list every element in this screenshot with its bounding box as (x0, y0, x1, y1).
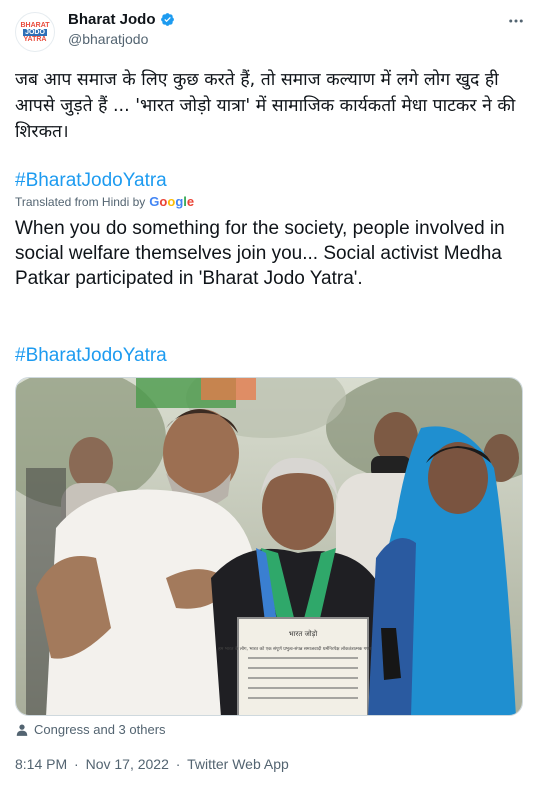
google-letter: e (186, 194, 195, 209)
photo-sign-text: हम भारत के लोग, भारत को एक संपूर्ण प्रभु… (218, 645, 388, 652)
tagged-label: Congress and 3 others (34, 722, 166, 737)
google-letter: G (149, 194, 160, 209)
hashtag-link-2[interactable]: #BharatJodoYatra (15, 345, 167, 367)
person-icon (16, 723, 28, 736)
tweet-time[interactable]: 8:14 PM (15, 756, 67, 772)
tweet-text-hindi: जब आप समाज के लिए कुछ करते हैं, तो समाज … (15, 70, 516, 142)
separator-dot: · (175, 756, 181, 772)
avatar-text-yatra: YATRA (23, 35, 47, 43)
photo-illustration: भारत जोड़ो हम भारत के लोग, भारत को एक सं… (16, 378, 522, 715)
hashtag-link[interactable]: #BharatJodoYatra (15, 170, 167, 192)
account-name[interactable]: Bharat Jodo (68, 11, 156, 28)
tweet-photo[interactable]: भारत जोड़ो हम भारत के लोग, भारत को एक सं… (15, 377, 523, 716)
account-name-row[interactable]: Bharat Jodo (68, 11, 175, 28)
avatar-text-jodo: JODO (23, 28, 47, 36)
tagged-users[interactable]: Congress and 3 others (15, 722, 166, 737)
translated-note: Translated from Hindi by Google (15, 194, 194, 209)
more-horizontal-icon (509, 19, 523, 23)
verified-badge-icon (160, 13, 174, 26)
account-handle[interactable]: @bharatjodo (68, 31, 148, 47)
photo-sign-text: भारत जोड़ो (289, 629, 318, 638)
google-logo: Google (149, 194, 194, 209)
tweet-metadata: 8:14 PM · Nov 17, 2022 · Twitter Web App (15, 756, 292, 772)
more-options-icon[interactable] (507, 12, 525, 35)
separator-dot: · (74, 756, 79, 772)
translated-label: Translated from Hindi by (15, 195, 146, 209)
account-avatar[interactable]: BHARAT JODO YATRA (15, 12, 55, 52)
tweet-source[interactable]: Twitter Web App (187, 756, 289, 772)
tweet-text-translation: When you do something for the society, p… (15, 218, 505, 289)
avatar-text-bharat: BHARAT (20, 21, 50, 29)
tweet-date[interactable]: Nov 17, 2022 (86, 756, 169, 772)
